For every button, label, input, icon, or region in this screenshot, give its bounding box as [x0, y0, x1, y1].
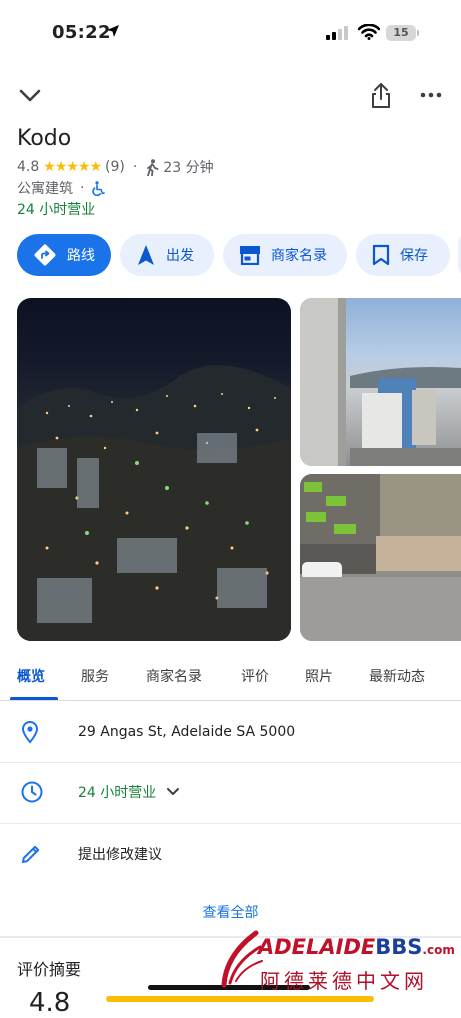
storefront-icon	[239, 245, 261, 265]
location-arrow-icon	[107, 25, 119, 37]
tab-photos[interactable]: 照片	[305, 666, 333, 686]
directions-icon	[33, 243, 57, 267]
start-navigation-button[interactable]: 出发	[120, 234, 214, 276]
rating-stars: ★★★★★	[43, 159, 102, 175]
walk-time: 23 分钟	[163, 160, 214, 176]
tab-overview[interactable]: 概览	[17, 666, 45, 686]
battery-tip	[417, 30, 419, 36]
chevron-down-icon[interactable]	[18, 84, 42, 108]
tab-directory[interactable]: 商家名录	[146, 666, 202, 686]
watermark-brand-c: .com	[422, 943, 455, 957]
separator: ·	[80, 180, 85, 196]
watermark-cn: 阿德莱德中文网	[260, 969, 428, 993]
daytime-building-photo	[300, 298, 461, 466]
share-icon[interactable]	[369, 82, 393, 110]
watermark-brand-b: BBS	[375, 935, 423, 959]
street-view-photo	[300, 474, 461, 641]
review-summary-title: 评价摘要	[17, 960, 82, 979]
wifi-icon	[358, 24, 380, 40]
clock-icon	[20, 780, 44, 804]
hours-text: 24 小时营业	[78, 782, 180, 802]
status-time: 05:22	[52, 22, 111, 43]
rating-distribution-bar	[106, 996, 374, 1002]
directory-button[interactable]: 商家名录	[223, 234, 347, 276]
suggest-edit-text: 提出修改建议	[78, 847, 162, 863]
review-summary-rating: 4.8	[29, 988, 71, 1018]
category-row: 公寓建筑 ·	[17, 178, 106, 198]
tab-updates[interactable]: 最新动态	[369, 666, 425, 686]
site-watermark: ADELAIDEBBS.com 阿德莱德中文网	[216, 925, 456, 995]
rating-value: 4.8	[17, 159, 40, 175]
chevron-down-icon[interactable]	[166, 787, 180, 797]
save-button[interactable]: 保存	[356, 234, 450, 276]
review-count: (9)	[105, 159, 125, 175]
location-pin-icon	[20, 720, 40, 744]
directions-button[interactable]: 路线	[17, 234, 111, 276]
hours-value: 24 小时营业	[78, 785, 157, 801]
tab-services[interactable]: 服务	[81, 666, 109, 686]
wheelchair-accessible-icon	[92, 180, 106, 196]
start-label: 出发	[166, 248, 194, 264]
place-photo-2[interactable]	[300, 298, 461, 466]
hours-row[interactable]: 24 小时营业	[0, 762, 461, 822]
night-city-photo	[17, 365, 291, 641]
walking-icon	[147, 158, 159, 176]
see-all-link[interactable]: 查看全部	[0, 902, 461, 922]
open-status: 24 小时营业	[17, 202, 96, 218]
watermark-brand-a: ADELAIDE	[258, 935, 376, 959]
battery-indicator: 15	[386, 25, 416, 41]
separator: ·	[132, 159, 138, 175]
place-photo-3[interactable]	[300, 474, 461, 641]
bookmark-icon	[372, 244, 390, 266]
cellular-signal-icon	[326, 26, 348, 40]
watermark-brand: ADELAIDEBBS.com	[258, 935, 455, 959]
suggest-edit-row[interactable]: 提出修改建议	[0, 824, 461, 884]
category-label: 公寓建筑	[17, 181, 73, 197]
more-options-icon[interactable]	[420, 92, 442, 98]
pencil-icon	[20, 843, 42, 865]
place-title: Kodo	[17, 126, 72, 151]
address-text: 29 Angas St, Adelaide SA 5000	[78, 724, 296, 740]
directory-label: 商家名录	[271, 248, 327, 264]
navigation-arrow-icon	[136, 244, 156, 266]
tab-divider	[0, 700, 461, 701]
address-row[interactable]: 29 Angas St, Adelaide SA 5000	[0, 702, 461, 762]
rating-row[interactable]: 4.8 ★★★★★ (9) · 23 分钟	[17, 157, 214, 177]
place-photo-main[interactable]	[17, 298, 291, 641]
save-label: 保存	[400, 248, 428, 264]
tab-reviews[interactable]: 评价	[241, 666, 269, 686]
directions-label: 路线	[67, 248, 95, 264]
